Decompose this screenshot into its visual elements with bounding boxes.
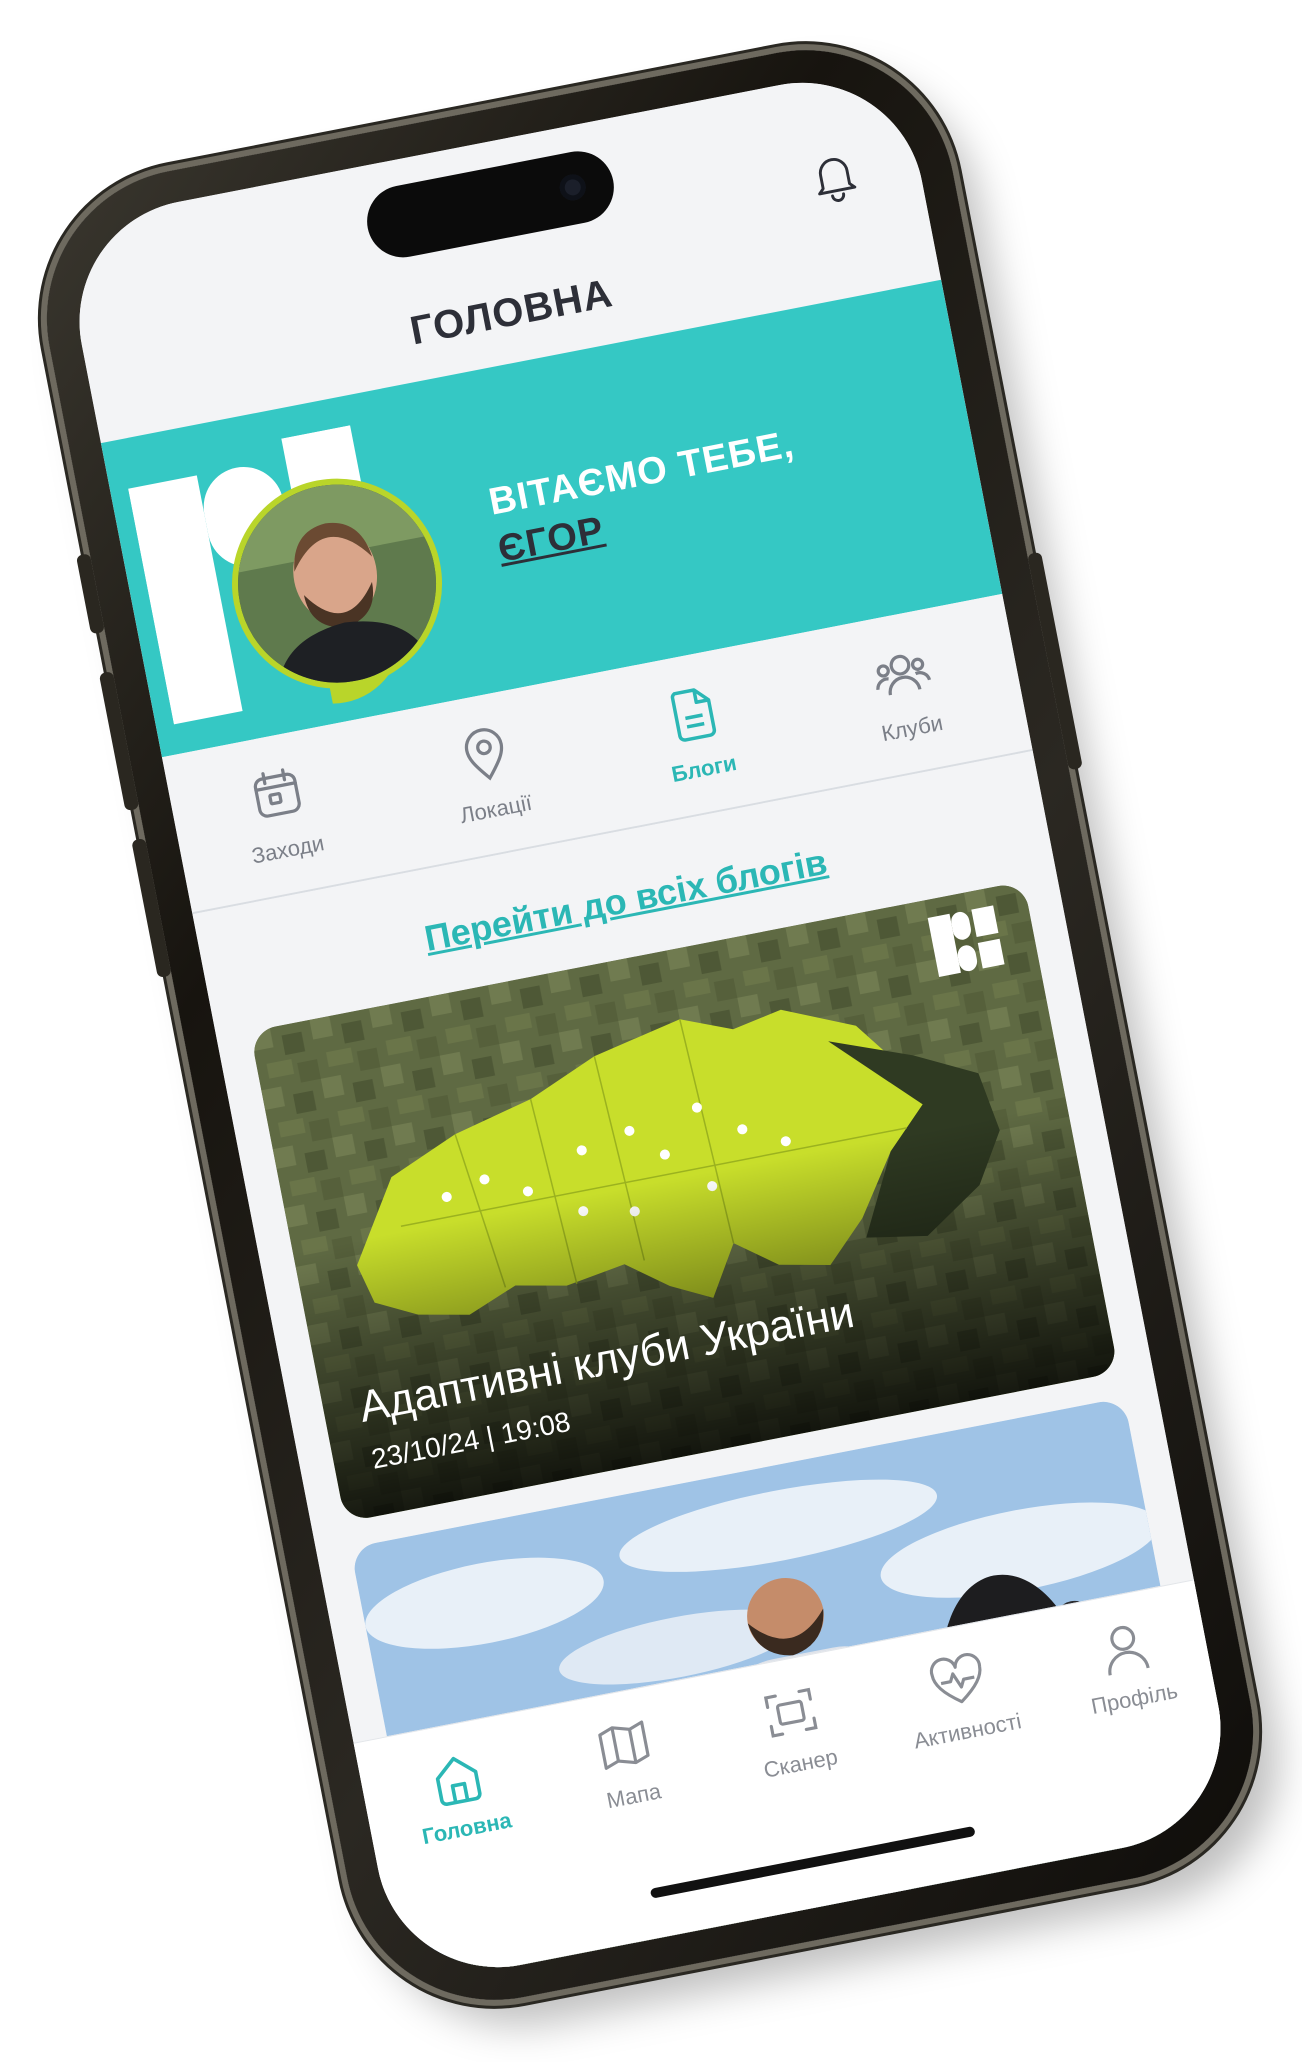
stage: ГОЛОВНА ВІТАЄМО ТЕБЕ, ЄГОР Заходи Локаці… [0,0,1302,2062]
nav-label: Профіль [1089,1677,1180,1720]
tab-label: Клуби [879,709,945,747]
tab-label: Заходи [249,830,327,869]
user-icon [1108,1625,1150,1676]
nav-home[interactable]: Головна [368,1733,553,1858]
nav-scanner[interactable]: Сканер [702,1668,887,1793]
heart-pulse-icon [929,1652,982,1704]
nav-profile[interactable]: Профіль [1036,1603,1221,1728]
home-icon [435,1756,482,1806]
location-pin-icon [464,728,504,781]
app-screen: ГОЛОВНА ВІТАЄМО ТЕБЕ, ЄГОР Заходи Локаці… [58,61,1242,1989]
nav-activities[interactable]: Активності [869,1636,1054,1761]
map-icon [598,1720,650,1770]
group-icon [876,654,932,696]
nav-label: Мапа [604,1778,664,1814]
greeting-text: ВІТАЄМО ТЕБЕ, [485,423,798,524]
nav-label: Активності [911,1708,1024,1754]
tab-label: Блоги [669,749,739,788]
nav-label: Сканер [761,1743,840,1783]
nav-label: Головна [420,1807,514,1850]
tab-label: Локації [457,789,534,829]
bell-icon[interactable] [803,144,867,209]
scanner-icon [763,1687,818,1738]
calendar-icon [253,768,301,818]
document-icon [670,688,717,742]
camera-icon [557,172,588,203]
phone-mockup: ГОЛОВНА ВІТАЄМО ТЕБЕ, ЄГОР Заходи Локаці… [20,24,1280,2026]
nav-map[interactable]: Мапа [535,1701,720,1826]
